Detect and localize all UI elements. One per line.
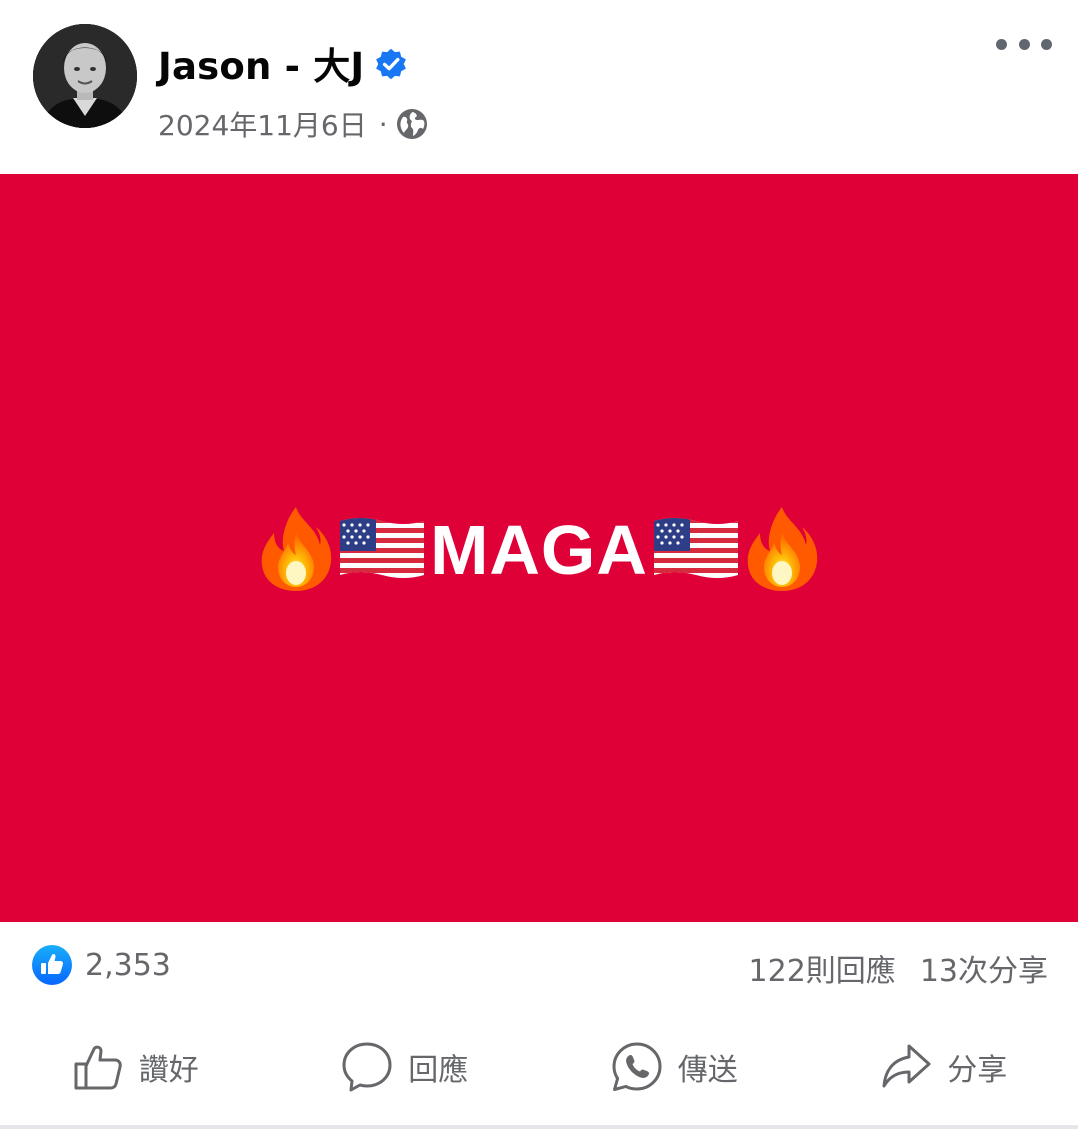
post-date[interactable]: 2024年11月6日 (158, 104, 367, 144)
shares-count[interactable]: 13次分享 (920, 946, 1048, 990)
share-arrow-icon (882, 1044, 931, 1088)
thumbs-up-icon (74, 1045, 122, 1090)
author-avatar[interactable] (33, 24, 137, 128)
more-options-button[interactable] (996, 30, 1052, 58)
share-button[interactable]: 分享 (809, 1010, 1078, 1124)
reactions-summary[interactable]: 2,353 (31, 944, 171, 986)
post-image-text: MAGA (430, 511, 648, 589)
us-flag-emoji-icon (653, 518, 738, 578)
us-flag-emoji-icon (340, 518, 425, 578)
likes-count: 2,353 (85, 947, 171, 983)
more-options-dot (1041, 38, 1052, 50)
share-label: 分享 (947, 1053, 1008, 1088)
engagement-counts: 122則回應 13次分享 (749, 946, 1048, 990)
more-options-dot (1018, 38, 1030, 50)
comment-label: 回應 (408, 1053, 469, 1088)
meta-separator: · (378, 107, 388, 141)
verified-badge-icon (376, 48, 407, 80)
whatsapp-icon (612, 1042, 662, 1091)
globe-icon (396, 109, 427, 139)
like-label: 讚好 (138, 1053, 199, 1088)
post-actions: 讚好 回應 傳送 分享 (0, 1010, 1078, 1124)
like-button[interactable]: 讚好 (0, 1010, 270, 1124)
comment-icon (342, 1042, 392, 1092)
fire-emoji-icon (261, 507, 332, 591)
send-button[interactable]: 傳送 (539, 1010, 809, 1124)
fire-emoji-icon (747, 507, 818, 591)
more-options-dot (996, 38, 1007, 50)
post-meta: 2024年11月6日 · (158, 104, 428, 144)
post-stats: 2,353 122則回應 13次分享 (0, 922, 1078, 1010)
post-image[interactable]: MAGA (0, 174, 1078, 922)
post-image-content: MAGA (256, 503, 822, 593)
send-label: 傳送 (677, 1053, 738, 1088)
comments-count[interactable]: 122則回應 (749, 946, 896, 990)
author-row: Jason - 大J (158, 36, 408, 90)
comment-button[interactable]: 回應 (270, 1010, 540, 1124)
author-name[interactable]: Jason - 大J (158, 36, 364, 90)
post-header: Jason - 大J 2024年11月6日 · (0, 0, 1078, 174)
like-reaction-icon (32, 945, 72, 985)
post-bottom-divider (0, 1125, 1078, 1129)
